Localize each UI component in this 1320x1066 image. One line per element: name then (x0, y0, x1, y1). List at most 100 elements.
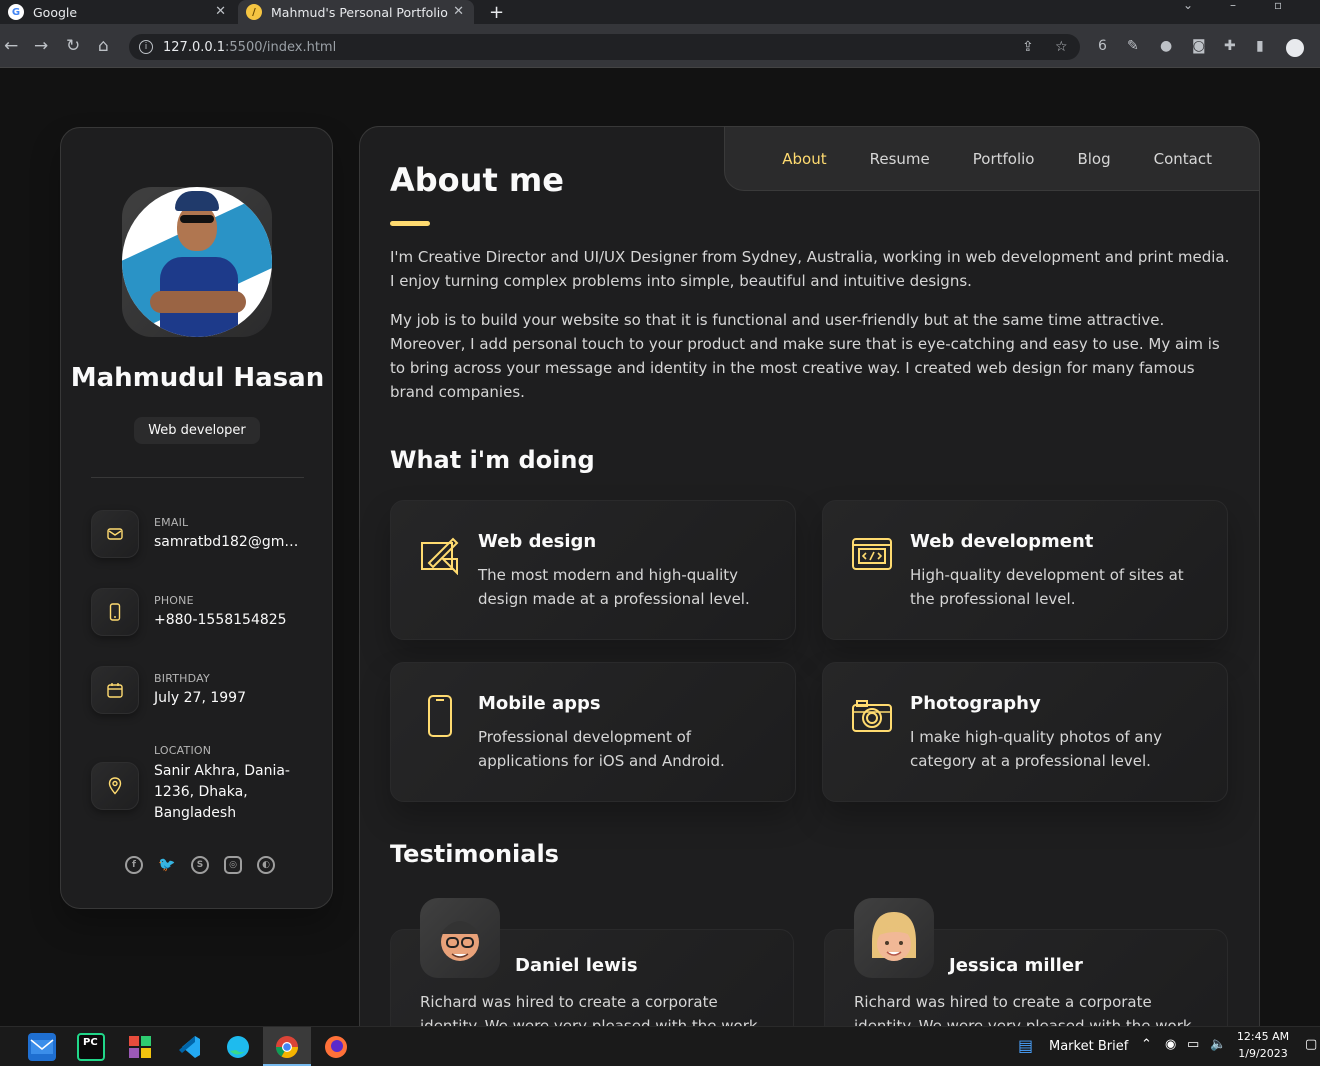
home-icon[interactable]: ⌂ (98, 36, 109, 56)
app-grid-icon[interactable] (126, 1033, 154, 1061)
nav-link-resume[interactable]: Resume (870, 150, 930, 168)
clock-date[interactable]: 1/9/2023 (1234, 1047, 1292, 1060)
extension-icon[interactable]: 6 (1098, 38, 1107, 54)
close-tab-icon[interactable]: ✕ (453, 4, 464, 19)
service-desc: Professional development of applications… (478, 728, 725, 770)
url-text[interactable]: 127.0.0.1:5500/index.html (163, 40, 336, 55)
separator (91, 477, 304, 478)
meet-now-icon[interactable]: ◉ (1165, 1037, 1176, 1052)
testimonial-text: Richard was hired to create a corporate … (420, 993, 758, 1026)
contact-label: EMAIL (154, 516, 189, 529)
reload-icon[interactable]: ↻ (66, 36, 80, 56)
tab-title: Google (33, 4, 78, 20)
phone-icon (91, 588, 139, 636)
volume-icon[interactable]: 🔈 (1210, 1037, 1226, 1052)
contact-label: BIRTHDAY (154, 672, 210, 685)
close-tab-icon[interactable]: ✕ (215, 4, 226, 19)
service-card-web-design: Web design The most modern and high-qual… (390, 500, 796, 640)
forward-icon[interactable]: → (34, 36, 48, 56)
contact-value[interactable]: samratbd182@gmail.com (154, 532, 304, 553)
design-icon (421, 537, 459, 575)
testimonials-title: Testimonials (390, 840, 559, 868)
main-navbar: About Resume Portfolio Blog Contact (724, 126, 1260, 191)
about-article: About Resume Portfolio Blog Contact Abou… (359, 126, 1260, 1026)
pycharm-icon[interactable]: PC (77, 1033, 105, 1061)
contact-value: Sanir Akhra, Dania-1236, Dhaka, Banglade… (154, 763, 290, 821)
vscode-icon[interactable] (175, 1033, 203, 1061)
news-widget-label[interactable]: Market Brief (1049, 1039, 1128, 1054)
new-tab-icon[interactable]: + (489, 2, 504, 23)
service-title: Mobile apps (478, 693, 601, 714)
tab-google[interactable]: G Google ✕ (0, 0, 236, 24)
maximize-icon[interactable]: ▫ (1274, 0, 1282, 12)
service-title: Photography (910, 693, 1041, 714)
notification-icon[interactable]: ▢ (1305, 1037, 1317, 1052)
firefox-icon[interactable] (322, 1033, 350, 1061)
network-icon[interactable]: ▭ (1187, 1037, 1199, 1052)
side-panel-icon[interactable]: ▮ (1256, 38, 1264, 54)
page-title: About me (390, 161, 564, 199)
services-title: What i'm doing (390, 446, 595, 474)
contact-label: PHONE (154, 594, 194, 607)
address-bar[interactable]: i 127.0.0.1:5500/index.html ⇪ ☆ (129, 34, 1080, 60)
tab-title: Mahmud's Personal Portfolio (271, 4, 448, 20)
service-desc: The most modern and high-quality design … (478, 566, 750, 608)
instagram-icon[interactable]: ◎ (224, 856, 242, 874)
about-paragraph: My job is to build your website so that … (390, 311, 1220, 401)
calendar-icon (91, 666, 139, 714)
location-pin-icon (91, 762, 139, 810)
profile-name: Mahmudul Hasan (70, 363, 325, 393)
tab-search-icon[interactable]: ⌄ (1183, 0, 1193, 12)
service-card-mobile-apps: Mobile apps Professional development of … (390, 662, 796, 802)
twitter-icon[interactable]: 🐦 (158, 856, 176, 874)
mobile-icon (428, 695, 452, 737)
service-desc: High-quality development of sites at the… (910, 566, 1184, 608)
camera-extension-icon[interactable]: ◙ (1192, 38, 1206, 54)
avatar (854, 898, 934, 978)
profile-avatar[interactable] (1284, 37, 1306, 59)
contact-label: LOCATION (154, 744, 212, 757)
code-icon (852, 538, 892, 570)
site-info-icon[interactable]: i (139, 40, 153, 54)
camera-icon (852, 700, 892, 732)
contact-value[interactable]: +880-1558154825 (154, 610, 304, 631)
windows-taskbar: PC ▤ Market Brief ⌃ ◉ ▭ 🔈 12:45 AM 1/9/2… (0, 1026, 1320, 1066)
sidebar: Mahmudul Hasan Web developer EMAIL samra… (60, 127, 333, 909)
github-icon[interactable]: ◐ (257, 856, 275, 874)
service-title: Web development (910, 531, 1094, 552)
puzzle-extensions-icon[interactable]: ✚ (1224, 38, 1236, 54)
avatar (420, 898, 500, 978)
about-paragraph: I'm Creative Director and UI/UX Designer… (390, 248, 1230, 290)
skype-icon[interactable]: S (191, 856, 209, 874)
service-title: Web design (478, 531, 597, 552)
google-icon: G (8, 4, 24, 20)
mail-app-icon[interactable] (28, 1033, 56, 1061)
testimonial-name: Daniel lewis (515, 955, 638, 976)
news-widget-icon[interactable]: ▤ (1018, 1036, 1033, 1055)
social-links: f 🐦 S ◎ ◐ (125, 856, 275, 874)
minimize-icon[interactable]: – (1230, 0, 1236, 12)
nav-link-blog[interactable]: Blog (1077, 150, 1110, 168)
nav-link-about[interactable]: About (782, 150, 826, 168)
bookmark-star-icon[interactable]: ☆ (1055, 39, 1068, 55)
avatar-photo (122, 187, 272, 337)
title-underline (390, 221, 430, 226)
chrome-icon[interactable] (273, 1033, 301, 1061)
page-viewport: Mahmudul Hasan Web developer EMAIL samra… (0, 68, 1320, 1026)
browser-toolbar: ← → ↻ ⌂ i 127.0.0.1:5500/index.html ⇪ ☆ … (0, 24, 1320, 68)
pen-extension-icon[interactable]: ✎ (1127, 38, 1139, 54)
portfolio-favicon-icon: / (246, 4, 262, 20)
tab-strip: G Google ✕ / Mahmud's Personal Portfolio… (0, 0, 1320, 24)
tray-chevron-icon[interactable]: ⌃ (1141, 1037, 1152, 1052)
clock-time[interactable]: 12:45 AM (1234, 1030, 1292, 1043)
edge-icon[interactable] (224, 1033, 252, 1061)
back-icon[interactable]: ← (4, 36, 18, 56)
tab-portfolio[interactable]: / Mahmud's Personal Portfolio ✕ (238, 0, 474, 24)
service-card-web-development: Web development High-quality development… (822, 500, 1228, 640)
service-desc: I make high-quality photos of any catego… (910, 728, 1162, 770)
lightbulb-extension-icon[interactable]: ● (1160, 38, 1172, 54)
share-icon[interactable]: ⇪ (1022, 39, 1034, 55)
nav-link-portfolio[interactable]: Portfolio (973, 150, 1035, 168)
nav-link-contact[interactable]: Contact (1154, 150, 1212, 168)
facebook-icon[interactable]: f (125, 856, 143, 874)
